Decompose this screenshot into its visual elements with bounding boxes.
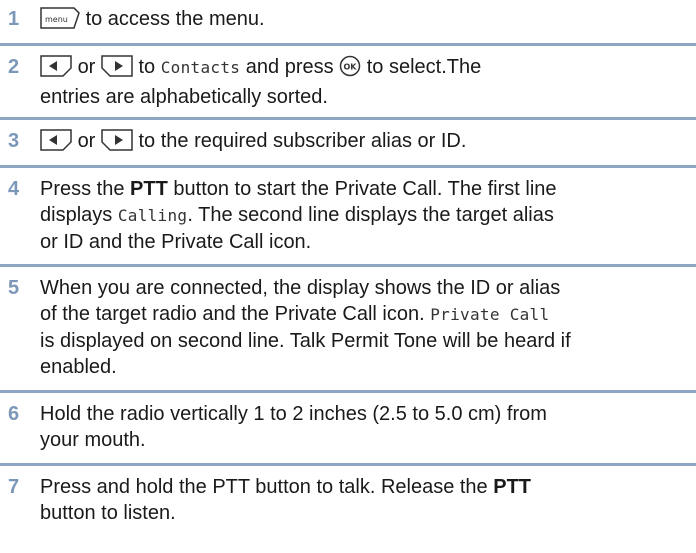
step-number: 6 (8, 403, 20, 425)
divider (0, 117, 696, 120)
divider (0, 463, 696, 466)
step-text: or to the required subscriber alias or I… (40, 128, 686, 158)
step-text: Press the PTT button to start the Privat… (40, 178, 557, 253)
menu-key-icon: menu (40, 7, 80, 36)
step-text: Press and hold the PTT button to talk. R… (40, 476, 532, 524)
right-arrow-key-icon (101, 129, 133, 158)
svg-text:OK: OK (344, 63, 358, 72)
step-text: When you are connected, the display show… (40, 277, 571, 378)
divider (0, 390, 696, 393)
step-number: 3 (8, 130, 20, 152)
divider (0, 43, 696, 46)
step-number: 1 (8, 8, 20, 30)
step-text: or to Contacts and press OK to select.Th… (40, 55, 482, 108)
step-text: menu to access the menu. (40, 6, 686, 36)
divider (0, 264, 696, 267)
right-arrow-key-icon (101, 55, 133, 84)
step-number: 2 (8, 56, 20, 78)
step-number: 5 (8, 277, 20, 299)
left-arrow-key-icon (40, 129, 72, 158)
step-number: 4 (8, 178, 20, 200)
divider (0, 165, 696, 168)
step-text: Hold the radio vertically 1 to 2 inches … (40, 403, 547, 451)
step-number: 7 (8, 476, 20, 498)
ok-key-icon: OK (339, 55, 361, 84)
left-arrow-key-icon (40, 55, 72, 84)
svg-text:menu: menu (45, 15, 68, 24)
